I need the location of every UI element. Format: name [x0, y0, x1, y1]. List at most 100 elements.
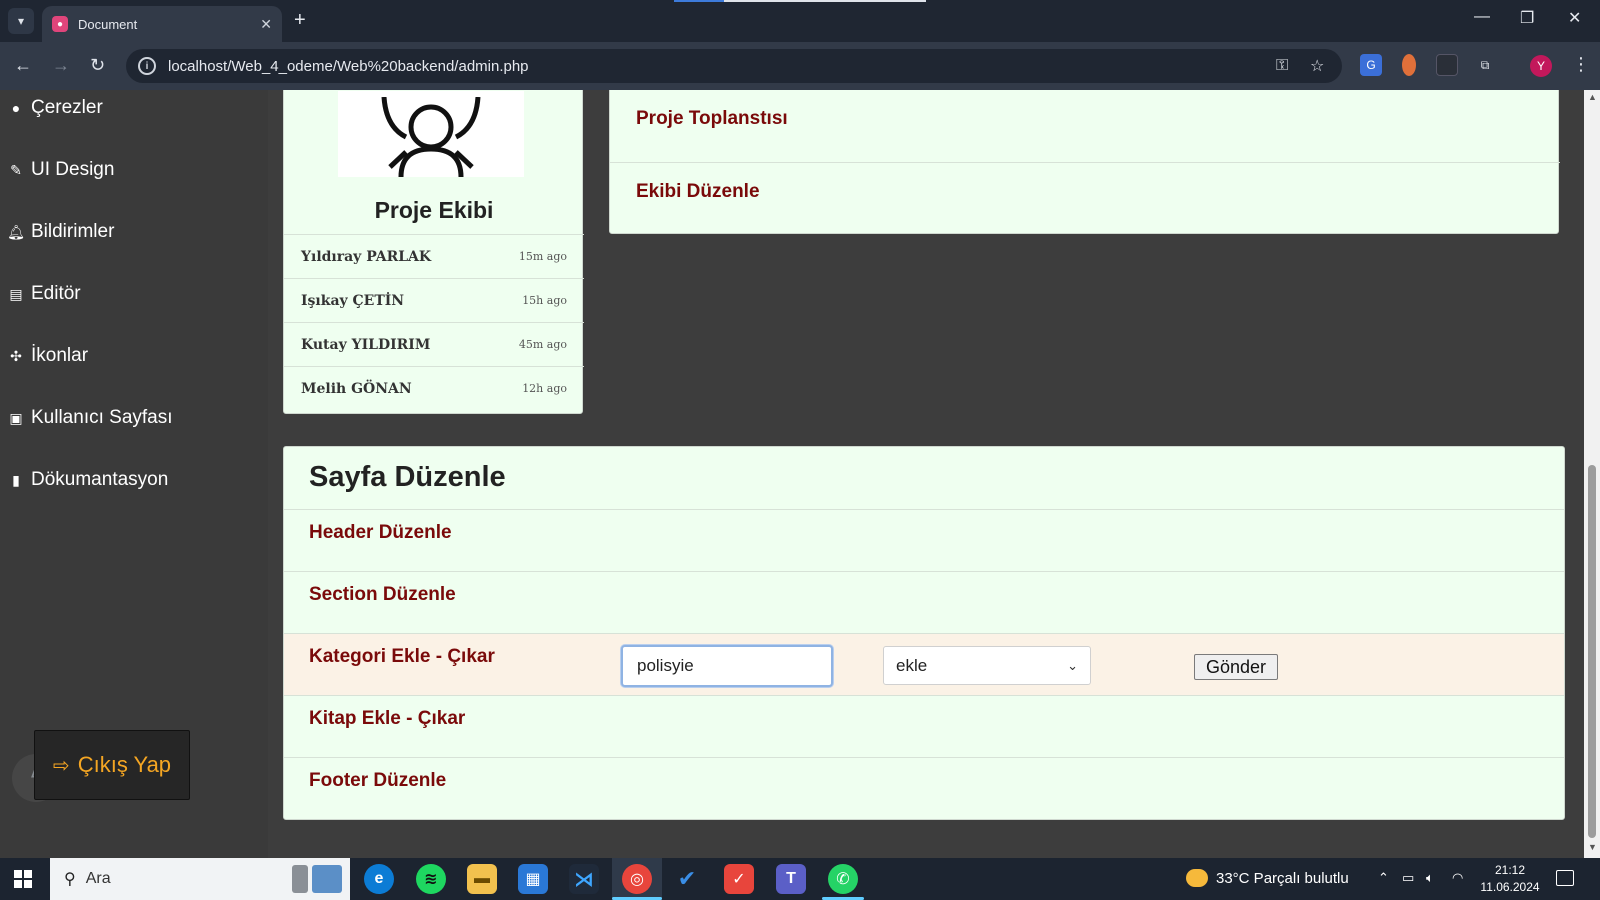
spotify-icon[interactable]: ≋: [416, 864, 446, 894]
search-icon: ⚲: [64, 871, 76, 888]
bookmark-star-icon[interactable]: ☆: [1310, 49, 1324, 83]
scroll-down-icon[interactable]: ▼: [1588, 842, 1597, 852]
edit-row-book[interactable]: Kitap Ekle - Çıkar: [284, 695, 1564, 757]
edit-row-label[interactable]: Header Düzenle: [309, 522, 452, 544]
extension-icon[interactable]: [1436, 54, 1458, 76]
weather-text: 33°C Parçalı bulutlu: [1216, 869, 1349, 887]
edit-row-section[interactable]: Section Düzenle: [284, 571, 1564, 633]
volume-icon[interactable]: 🔈︎: [1426, 870, 1434, 886]
whatsapp-icon[interactable]: ✆: [828, 864, 858, 894]
team-people-icon: [381, 97, 481, 177]
url-text: localhost/Web_4_odeme/Web%20backend/admi…: [168, 57, 529, 75]
wifi-icon[interactable]: ◠: [1452, 870, 1463, 886]
todo-icon[interactable]: ✔: [672, 864, 702, 894]
edit-row-header[interactable]: Header Düzenle: [284, 509, 1564, 571]
team-member-row: Melih GÖNAN 12h ago: [284, 366, 584, 410]
weather-widget[interactable]: 33°C Parçalı bulutlu: [1186, 869, 1349, 887]
cookie-icon: ●: [11, 100, 21, 116]
vscode-icon[interactable]: ⋊: [569, 864, 599, 894]
address-bar[interactable]: i localhost/Web_4_odeme/Web%20backend/ad…: [126, 49, 1342, 83]
member-time: 15h ago: [522, 294, 567, 307]
team-card: Proje Ekibi Yıldıray PARLAK 15m ago Işık…: [283, 90, 584, 414]
sidebar-item-label: Kullanıcı Sayfası: [31, 407, 173, 428]
profile-avatar[interactable]: Y: [1530, 55, 1552, 77]
edit-row-label[interactable]: Footer Düzenle: [309, 770, 446, 792]
edit-row-category[interactable]: Kategori Ekle - Çıkar ekle ⌄ Gönder: [284, 633, 1564, 695]
page-edit-title: Sayfa Düzenle: [309, 461, 506, 493]
action-select[interactable]: ekle ⌄: [883, 646, 1091, 685]
sidebar-item-label: UI Design: [31, 159, 115, 180]
reload-icon[interactable]: ↻: [90, 54, 105, 76]
battery-icon[interactable]: ▭: [1402, 870, 1414, 886]
sidebar-item-label: Editör: [31, 283, 81, 304]
logout-button[interactable]: ⇨ Çıkış Yap: [34, 730, 190, 800]
search-highlight-image: [292, 865, 342, 893]
edit-row-label[interactable]: Section Düzenle: [309, 584, 456, 606]
action-select-value: ekle: [896, 655, 928, 675]
edit-row-label[interactable]: Kitap Ekle - Çıkar: [309, 708, 465, 730]
category-input[interactable]: [621, 645, 833, 687]
logout-label: Çıkış Yap: [77, 752, 172, 777]
browser-menu-icon[interactable]: ⋮: [1572, 54, 1590, 75]
chevron-down-icon: ⌄: [1067, 657, 1078, 673]
sidebar-item-bildirimler[interactable]: 🔔︎ Bildirimler: [7, 221, 114, 243]
windows-start-icon[interactable]: [14, 870, 32, 888]
scrollbar-thumb[interactable]: [1588, 465, 1596, 838]
file-explorer-icon[interactable]: ▬: [467, 864, 497, 894]
sidebar-item-editor[interactable]: ▤ Editör: [8, 283, 81, 305]
weather-cloud-icon: [1186, 869, 1208, 887]
close-window-icon[interactable]: ✕: [1568, 8, 1581, 28]
new-tab-button[interactable]: +: [294, 10, 306, 30]
browser-tab-bar: ▾ ● Document ✕ + — ❐ ✕: [0, 0, 1600, 42]
forward-icon[interactable]: →: [52, 54, 70, 76]
tab-title: Document: [78, 16, 138, 32]
member-name: Işıkay ÇETİN: [301, 292, 405, 309]
sidebar-item-kullanici-sayfasi[interactable]: ▣ Kullanıcı Sayfası: [8, 407, 173, 429]
minimize-icon[interactable]: —: [1474, 8, 1490, 26]
sidebar-item-ui-design[interactable]: ✎ UI Design: [8, 159, 114, 181]
tray-chevron-icon[interactable]: ⌃: [1378, 870, 1389, 886]
project-meeting-link[interactable]: Proje Toplanstısı: [610, 108, 1560, 130]
taskbar-clock[interactable]: 21:12 11.06.2024: [1480, 862, 1540, 896]
tab-list-button[interactable]: ▾: [8, 8, 34, 34]
scroll-up-icon[interactable]: ▲: [1588, 92, 1597, 102]
edit-row-label[interactable]: Kategori Ekle - Çıkar: [309, 646, 495, 668]
submit-button[interactable]: Gönder: [1194, 654, 1278, 680]
app-icon[interactable]: ✓: [724, 864, 754, 894]
member-name: Melih GÖNAN: [301, 380, 412, 397]
edit-team-link[interactable]: Ekibi Düzenle: [610, 181, 1560, 203]
windows-taskbar: ⚲ Ara e ≋ ▬ ▦ ⋊ ◎ ✔ ✓ T ✆ 33°C Parçalı b…: [0, 858, 1600, 900]
sidebar-item-ikonlar[interactable]: ✣ İkonlar: [8, 345, 88, 367]
back-icon[interactable]: ←: [14, 54, 32, 76]
restore-icon[interactable]: ❐: [1520, 8, 1534, 28]
sign-out-icon: ⇨: [52, 754, 70, 777]
notification-icon[interactable]: [1556, 870, 1574, 886]
extensions-puzzle-icon[interactable]: ⧉: [1474, 54, 1496, 76]
password-key-icon[interactable]: ⚿: [1276, 49, 1288, 83]
editor-icon: ▤: [9, 285, 23, 302]
member-time: 45m ago: [518, 338, 567, 351]
browser-toolbar: ← → ↻ i localhost/Web_4_odeme/Web%20back…: [0, 42, 1600, 90]
browser-tab[interactable]: ● Document ✕: [42, 6, 282, 42]
sidebar-item-dokumantasyon[interactable]: ▮ Dökumantasyon: [8, 469, 168, 491]
member-time: 12h ago: [522, 382, 567, 395]
sidebar-item-cerezler[interactable]: ● Çerezler: [8, 97, 103, 119]
sidebar-item-label: İkonlar: [31, 345, 89, 366]
bell-icon: 🔔︎: [7, 223, 25, 240]
edge-icon[interactable]: e: [364, 864, 394, 894]
extension-icon[interactable]: [1402, 54, 1416, 76]
taskbar-search[interactable]: ⚲ Ara: [50, 858, 350, 900]
member-name: Yıldıray PARLAK: [301, 248, 432, 265]
teams-icon[interactable]: T: [776, 864, 806, 894]
calendar-icon[interactable]: ▦: [518, 864, 548, 894]
loading-progress: [674, 0, 926, 2]
chrome-icon[interactable]: ◎: [622, 864, 652, 894]
translate-extension-icon[interactable]: G: [1360, 54, 1382, 76]
team-member-row: Işıkay ÇETİN 15h ago: [284, 278, 584, 322]
tab-close-icon[interactable]: ✕: [260, 16, 272, 33]
page-scrollbar[interactable]: ▲ ▼: [1584, 90, 1600, 858]
member-name: Kutay YILDIRIM: [301, 336, 431, 353]
member-time: 15m ago: [518, 250, 567, 263]
site-info-icon[interactable]: i: [138, 57, 156, 75]
edit-row-footer[interactable]: Footer Düzenle: [284, 757, 1564, 819]
